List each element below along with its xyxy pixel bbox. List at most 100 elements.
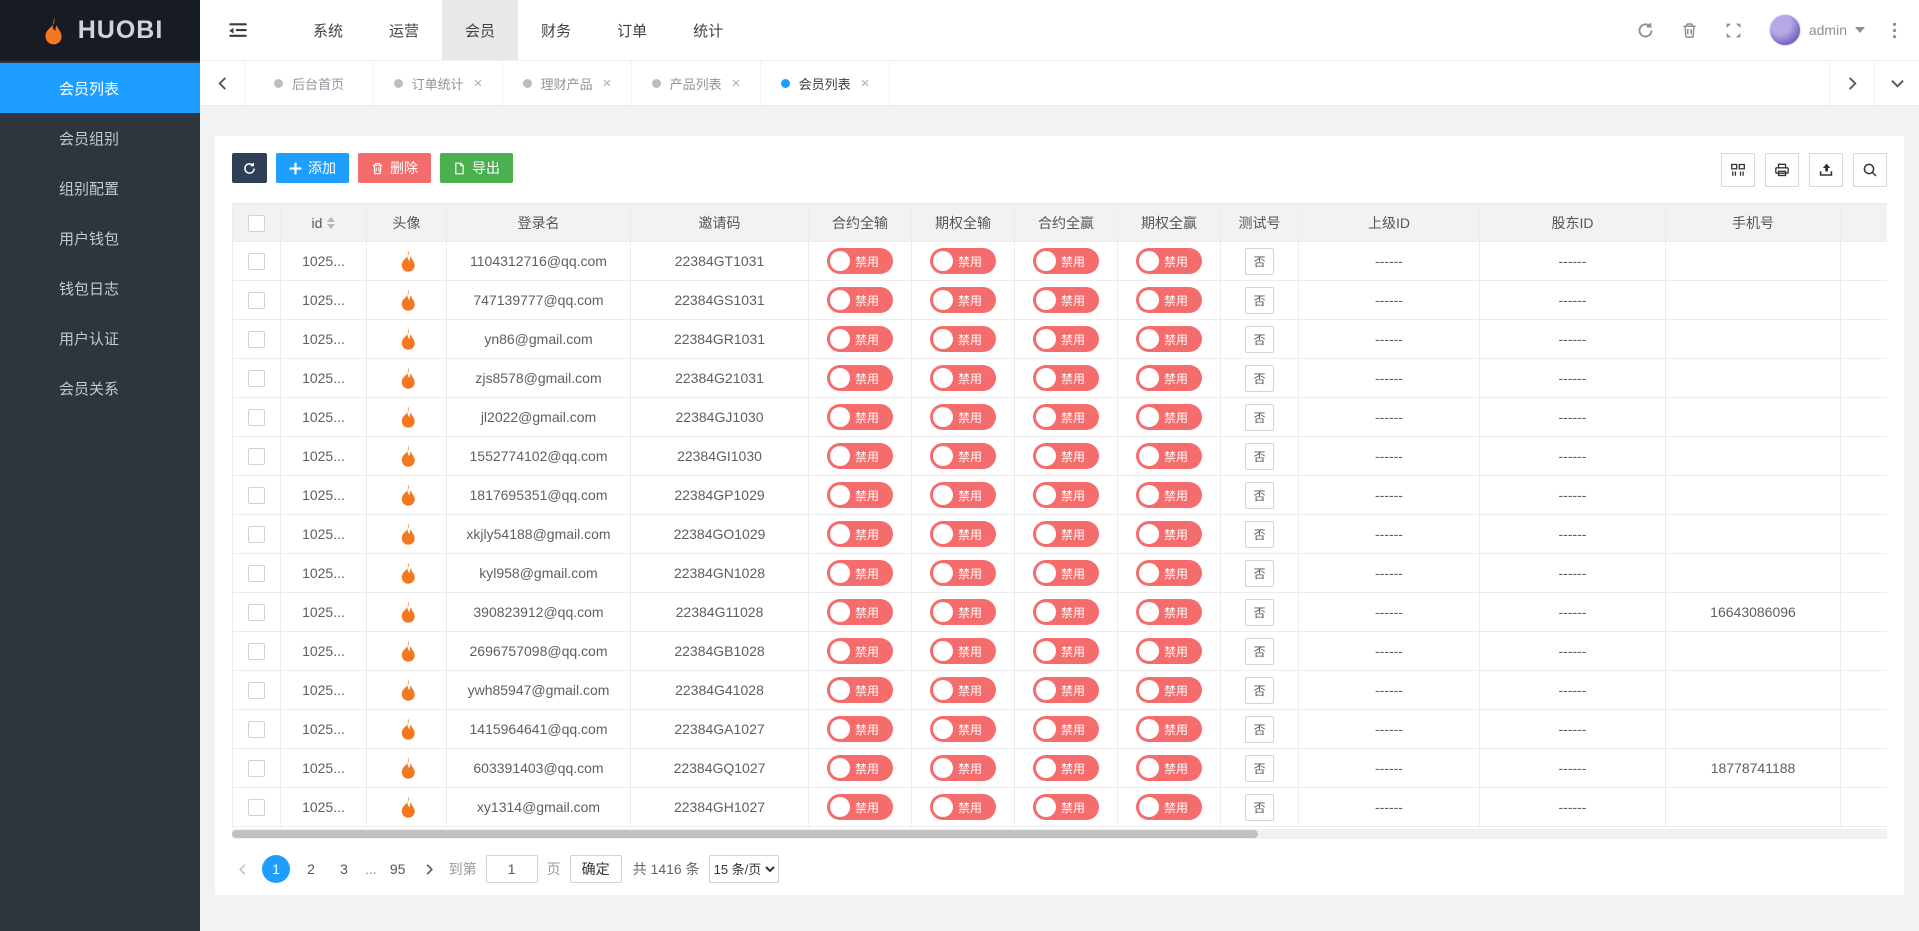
- sidebar-item-会员组别[interactable]: 会员组别: [0, 113, 200, 163]
- test-flag-button[interactable]: 否: [1245, 560, 1273, 587]
- toggle-option-win[interactable]: 禁用: [1136, 560, 1202, 586]
- toggle-option-lose[interactable]: 禁用: [930, 404, 996, 430]
- toggle-contract-win[interactable]: 禁用: [1033, 521, 1099, 547]
- toggle-contract-lose[interactable]: 禁用: [827, 638, 893, 664]
- page-number-1[interactable]: 1: [262, 855, 290, 883]
- column-header-邀请码[interactable]: 邀请码: [631, 205, 809, 242]
- test-flag-button[interactable]: 否: [1245, 365, 1273, 392]
- column-header-合约全赢[interactable]: 合约全赢: [1015, 205, 1118, 242]
- toggle-contract-win[interactable]: 禁用: [1033, 599, 1099, 625]
- column-filter-button[interactable]: [1721, 153, 1755, 187]
- prev-page-button[interactable]: [232, 864, 253, 875]
- toggle-option-lose[interactable]: 禁用: [930, 716, 996, 742]
- row-checkbox[interactable]: [248, 331, 265, 348]
- toggle-option-win[interactable]: 禁用: [1136, 287, 1202, 313]
- toggle-option-lose[interactable]: 禁用: [930, 599, 996, 625]
- toggle-contract-lose[interactable]: 禁用: [827, 677, 893, 703]
- page-number-3[interactable]: 3: [332, 861, 356, 877]
- toggle-contract-win[interactable]: 禁用: [1033, 677, 1099, 703]
- goto-page-input[interactable]: [486, 855, 538, 883]
- toggle-contract-lose[interactable]: 禁用: [827, 755, 893, 781]
- row-checkbox[interactable]: [248, 604, 265, 621]
- row-checkbox[interactable]: [248, 799, 265, 816]
- toggle-option-win[interactable]: 禁用: [1136, 443, 1202, 469]
- row-checkbox[interactable]: [248, 643, 265, 660]
- test-flag-button[interactable]: 否: [1245, 716, 1273, 743]
- row-checkbox[interactable]: [248, 253, 265, 270]
- test-flag-button[interactable]: 否: [1245, 248, 1273, 275]
- user-menu[interactable]: admin: [1769, 14, 1865, 46]
- column-header-期权全赢[interactable]: 期权全赢: [1118, 205, 1221, 242]
- toggle-option-win[interactable]: 禁用: [1136, 482, 1202, 508]
- row-checkbox[interactable]: [248, 487, 265, 504]
- sidebar-item-钱包日志[interactable]: 钱包日志: [0, 263, 200, 313]
- toggle-contract-lose[interactable]: 禁用: [827, 482, 893, 508]
- toggle-option-win[interactable]: 禁用: [1136, 365, 1202, 391]
- toggle-option-win[interactable]: 禁用: [1136, 404, 1202, 430]
- top-menu-item[interactable]: 统计: [670, 0, 746, 60]
- test-flag-button[interactable]: 否: [1245, 287, 1273, 314]
- toggle-contract-win[interactable]: 禁用: [1033, 794, 1099, 820]
- test-flag-button[interactable]: 否: [1245, 794, 1273, 821]
- toggle-option-lose[interactable]: 禁用: [930, 326, 996, 352]
- column-header-上级ID[interactable]: 上级ID: [1299, 205, 1480, 242]
- toggle-contract-win[interactable]: 禁用: [1033, 248, 1099, 274]
- toggle-contract-win[interactable]: 禁用: [1033, 560, 1099, 586]
- test-flag-button[interactable]: 否: [1245, 755, 1273, 782]
- tab-options-button[interactable]: [1874, 61, 1919, 105]
- toggle-option-lose[interactable]: 禁用: [930, 248, 996, 274]
- select-all-checkbox[interactable]: [248, 215, 265, 232]
- toggle-contract-win[interactable]: 禁用: [1033, 482, 1099, 508]
- table-refresh-button[interactable]: [232, 153, 267, 183]
- toggle-option-lose[interactable]: 禁用: [930, 638, 996, 664]
- column-header-测试号[interactable]: 测试号: [1221, 205, 1299, 242]
- tab-close-icon[interactable]: ×: [603, 76, 612, 91]
- toggle-contract-win[interactable]: 禁用: [1033, 404, 1099, 430]
- print-button[interactable]: [1765, 153, 1799, 187]
- tab-scroll-right-button[interactable]: [1829, 61, 1874, 105]
- add-button[interactable]: 添加: [276, 153, 349, 183]
- tab-理财产品[interactable]: 理财产品×: [503, 61, 632, 105]
- toggle-option-lose[interactable]: 禁用: [930, 365, 996, 391]
- toggle-option-win[interactable]: 禁用: [1136, 521, 1202, 547]
- row-checkbox[interactable]: [248, 448, 265, 465]
- confirm-button[interactable]: 确定: [570, 855, 622, 883]
- toggle-contract-lose[interactable]: 禁用: [827, 365, 893, 391]
- toggle-contract-lose[interactable]: 禁用: [827, 248, 893, 274]
- tab-后台首页[interactable]: 后台首页: [245, 61, 374, 105]
- search-button[interactable]: [1853, 153, 1887, 187]
- horizontal-scrollbar-thumb[interactable]: [232, 830, 1258, 838]
- more-menu-icon[interactable]: [1892, 22, 1897, 39]
- tab-订单统计[interactable]: 订单统计×: [374, 61, 503, 105]
- toggle-option-lose[interactable]: 禁用: [930, 794, 996, 820]
- column-header-股东ID[interactable]: 股东ID: [1480, 205, 1666, 242]
- sidebar-item-用户钱包[interactable]: 用户钱包: [0, 213, 200, 263]
- sidebar-item-用户认证[interactable]: 用户认证: [0, 313, 200, 363]
- test-flag-button[interactable]: 否: [1245, 521, 1273, 548]
- top-menu-item[interactable]: 会员: [442, 0, 518, 60]
- tab-close-icon[interactable]: ×: [732, 76, 741, 91]
- toggle-option-win[interactable]: 禁用: [1136, 248, 1202, 274]
- row-checkbox[interactable]: [248, 409, 265, 426]
- sort-icon[interactable]: [327, 217, 335, 229]
- test-flag-button[interactable]: 否: [1245, 638, 1273, 665]
- toggle-contract-win[interactable]: 禁用: [1033, 287, 1099, 313]
- toggle-contract-lose[interactable]: 禁用: [827, 326, 893, 352]
- trash-icon[interactable]: [1681, 22, 1698, 39]
- column-header-头像[interactable]: 头像: [367, 205, 447, 242]
- fullscreen-icon[interactable]: [1725, 22, 1742, 39]
- delete-button[interactable]: 删除: [358, 153, 431, 183]
- toggle-contract-lose[interactable]: 禁用: [827, 521, 893, 547]
- toggle-contract-lose[interactable]: 禁用: [827, 794, 893, 820]
- top-menu-item[interactable]: 系统: [290, 0, 366, 60]
- tab-会员列表[interactable]: 会员列表×: [761, 61, 890, 105]
- column-header-登录名[interactable]: 登录名: [447, 205, 631, 242]
- toggle-option-win[interactable]: 禁用: [1136, 638, 1202, 664]
- page-size-select[interactable]: 15 条/页: [709, 855, 779, 883]
- tab-close-icon[interactable]: ×: [861, 76, 870, 91]
- horizontal-scrollbar-track[interactable]: [232, 829, 1887, 839]
- test-flag-button[interactable]: 否: [1245, 326, 1273, 353]
- toggle-contract-lose[interactable]: 禁用: [827, 599, 893, 625]
- top-menu-item[interactable]: 财务: [518, 0, 594, 60]
- toggle-option-lose[interactable]: 禁用: [930, 443, 996, 469]
